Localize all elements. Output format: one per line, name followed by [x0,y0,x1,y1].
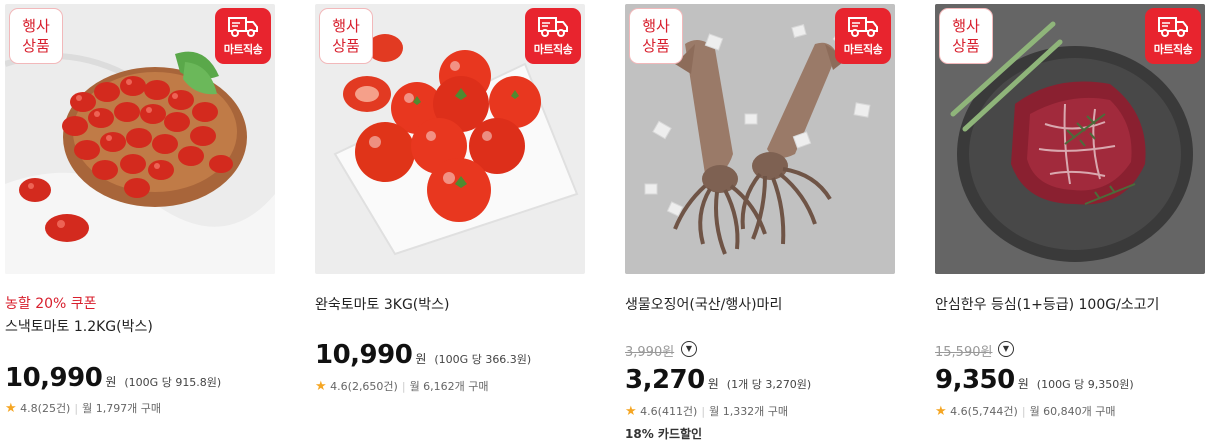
monthly-purchases: 월 1,332개 구매 [709,405,789,418]
truck-icon [228,17,258,37]
price-row: 10,990 원 (100G 당 915.8원) [5,363,221,393]
sale-price: 10,990 [5,363,103,393]
truck-icon [538,17,568,37]
product-name[interactable]: 스낵토마토 1.2KG(박스) [5,316,153,336]
promo-label: 농할 20% 쿠폰 [5,296,97,312]
rating-value: 4.6(2,650건) [330,380,398,393]
badge-event-line2: 상품 [642,37,670,55]
unit-price: (1개 당 3,270원) [726,378,812,391]
badge-event-line1: 행사 [642,17,670,35]
sale-price: 9,350 [935,365,1015,395]
price-row: 10,990 원 (100G 당 366.3원) [315,340,531,370]
product-image[interactable]: 행사 상품 마트직송 [5,4,275,274]
rating-row: ★ 4.6(411건) | 월 1,332개 구매 [625,403,788,419]
chevron-down-icon[interactable]: ▼ [681,341,697,357]
divider: | [1021,405,1026,418]
mart-delivery-badge: 마트직송 [215,8,271,64]
event-product-badge: 행사 상품 [939,8,993,64]
product-image[interactable]: 행사 상품 마트직송 [625,4,895,274]
star-icon: ★ [935,404,947,419]
product-name[interactable]: 안심한우 등심(1+등급) 100G/소고기 [935,294,1159,314]
unit-price: (100G 당 9,350원) [1036,378,1134,391]
original-price: 15,590원 [935,345,993,360]
truck-icon [1158,17,1188,37]
price-row: 9,350 원 (100G 당 9,350원) [935,365,1134,395]
product-name[interactable]: 완숙토마토 3KG(박스) [315,294,449,314]
badge-event-line2: 상품 [332,37,360,55]
product-image[interactable]: 행사 상품 마트직송 [315,4,585,274]
star-icon: ★ [315,379,327,394]
rating-value: 4.6(411건) [640,405,698,418]
original-price-row: 3,990원 ▼ [625,341,697,360]
badge-event-line1: 행사 [22,17,50,35]
divider: | [701,405,706,418]
sale-price: 10,990 [315,340,413,370]
original-price-row: 15,590원 ▼ [935,341,1014,360]
event-product-badge: 행사 상품 [629,8,683,64]
rating-value: 4.6(5,744건) [950,405,1018,418]
product-card[interactable]: 행사 상품 마트직송 안심한우 등심(1+등급) 100G/소고기 15,590… [935,4,1205,444]
divider: | [401,380,406,393]
truck-icon [848,17,878,37]
rating-value: 4.8(25건) [20,402,71,415]
badge-event-line2: 상품 [22,37,50,55]
badge-mart-label: 마트직송 [843,43,883,56]
badge-mart-label: 마트직송 [223,43,263,56]
event-product-badge: 행사 상품 [319,8,373,64]
unit-price: (100G 당 915.8원) [124,376,222,389]
mart-delivery-badge: 마트직송 [835,8,891,64]
product-card[interactable]: 행사 상품 마트직송 완숙토마토 3KG(박스) 10,990 원 (100G 당 … [315,4,585,444]
badge-event-line1: 행사 [332,17,360,35]
currency-unit: 원 [707,377,719,391]
rating-row: ★ 4.6(2,650건) | 월 6,162개 구매 [315,378,489,394]
rating-row: ★ 4.8(25건) | 월 1,797개 구매 [5,400,161,416]
chevron-down-icon[interactable]: ▼ [998,341,1014,357]
star-icon: ★ [5,401,17,416]
price-row: 3,270 원 (1개 당 3,270원) [625,365,811,395]
product-name[interactable]: 생물오징어(국산/행사)마리 [625,294,782,314]
rating-row: ★ 4.6(5,744건) | 월 60,840개 구매 [935,403,1116,419]
badge-event-line1: 행사 [952,17,980,35]
unit-price: (100G 당 366.3원) [434,353,532,366]
badge-mart-label: 마트직송 [533,43,573,56]
currency-unit: 원 [105,375,117,389]
product-card[interactable]: 행사 상품 마트직송 농할 20% 쿠폰 스낵토마토 1.2KG(박스) 10,… [5,4,275,444]
divider: | [74,402,79,415]
mart-delivery-badge: 마트직송 [525,8,581,64]
mart-delivery-badge: 마트직송 [1145,8,1201,64]
currency-unit: 원 [415,352,427,366]
monthly-purchases: 월 1,797개 구매 [82,402,162,415]
sale-price: 3,270 [625,365,705,395]
currency-unit: 원 [1017,377,1029,391]
monthly-purchases: 월 6,162개 구매 [409,380,489,393]
badge-event-line2: 상품 [952,37,980,55]
product-card[interactable]: 행사 상품 마트직송 생물오징어(국산/행사)마리 3,990원 ▼ 3,270… [625,4,895,444]
star-icon: ★ [625,404,637,419]
original-price: 3,990원 [625,345,675,360]
event-product-badge: 행사 상품 [9,8,63,64]
badge-mart-label: 마트직송 [1153,43,1193,56]
monthly-purchases: 월 60,840개 구매 [1029,405,1116,418]
card-discount-label: 18% 카드할인 [625,427,703,441]
product-image[interactable]: 행사 상품 마트직송 [935,4,1205,274]
